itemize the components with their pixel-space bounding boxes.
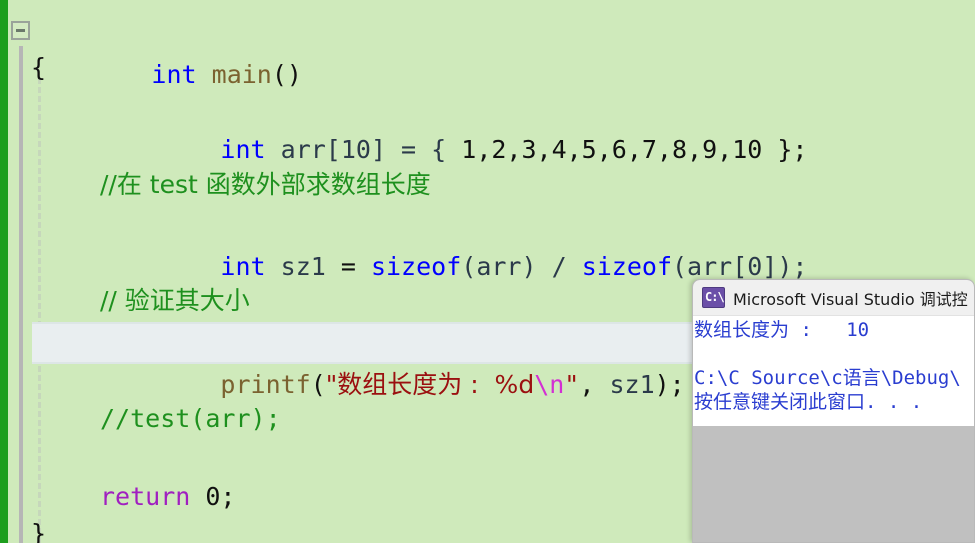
printf-arg-separator: ,: [579, 370, 610, 399]
identifier-sz1: sz1: [609, 370, 655, 399]
console-output-line: 数组长度为 : 10: [694, 319, 870, 341]
console-output-line: 按任意键关闭此窗口. . .: [694, 391, 923, 413]
array-values: 1,2,3,4,5,6,7,8,9,10: [461, 135, 763, 164]
brace-close: }: [31, 519, 47, 543]
assign-operator: =: [325, 252, 371, 281]
code-line-5: //在 test 函数外部求数组长度: [0, 163, 975, 206]
array-decl: arr[10] = {: [280, 135, 462, 164]
identifier-sz1: sz1: [280, 252, 326, 281]
console-output-area[interactable]: 数组长度为 : 10 C:\C Source\c语言\Debug\ 按任意键关闭…: [693, 316, 974, 426]
printf-string-quote-end: ": [564, 370, 580, 399]
keyword-int: int: [220, 252, 266, 281]
function-printf: printf: [220, 370, 311, 399]
code-line-2: {: [0, 46, 975, 89]
comment-test-scope: //在 test 函数外部求数组长度: [100, 170, 431, 199]
comment-verify-size: // 验证其大小: [100, 286, 250, 315]
keyword-return: return: [100, 482, 191, 511]
sizeof-arg-2: (arr[0]);: [672, 252, 808, 281]
printf-open-paren: (: [310, 370, 326, 399]
console-titlebar[interactable]: C:\ Microsoft Visual Studio 调试控: [693, 280, 974, 316]
keyword-int: int: [220, 135, 266, 164]
printf-escape-newline: \n: [534, 370, 565, 399]
comment-test-call: //test(arr);: [100, 404, 281, 433]
return-value: 0;: [190, 482, 236, 511]
console-window-title: Microsoft Visual Studio 调试控: [733, 289, 968, 309]
array-decl-end: };: [762, 135, 808, 164]
vs-editor-screenshot: int main() { int arr[10] = { 1,2,3,4,5,6…: [0, 0, 975, 543]
console-icon-glyph: C:\: [705, 290, 725, 304]
printf-format-string: "数组长度为 : %d: [325, 370, 535, 399]
console-output-line: C:\C Source\c语言\Debug\: [694, 367, 961, 389]
sizeof-arg-1: (arr) /: [461, 252, 582, 281]
printf-close-paren: );: [654, 370, 685, 399]
code-line-3: int arr[10] = { 1,2,3,4,5,6,7,8,9,10 };: [0, 85, 975, 164]
code-line-6: int sz1 = sizeof(arr) / sizeof(arr[0]);: [0, 202, 975, 281]
keyword-sizeof: sizeof: [370, 252, 462, 281]
brace-open: {: [31, 53, 47, 82]
keyword-sizeof: sizeof: [581, 252, 672, 281]
console-app-icon: C:\: [702, 287, 725, 308]
debug-console-window[interactable]: C:\ Microsoft Visual Studio 调试控 数组长度为 : …: [692, 279, 975, 543]
